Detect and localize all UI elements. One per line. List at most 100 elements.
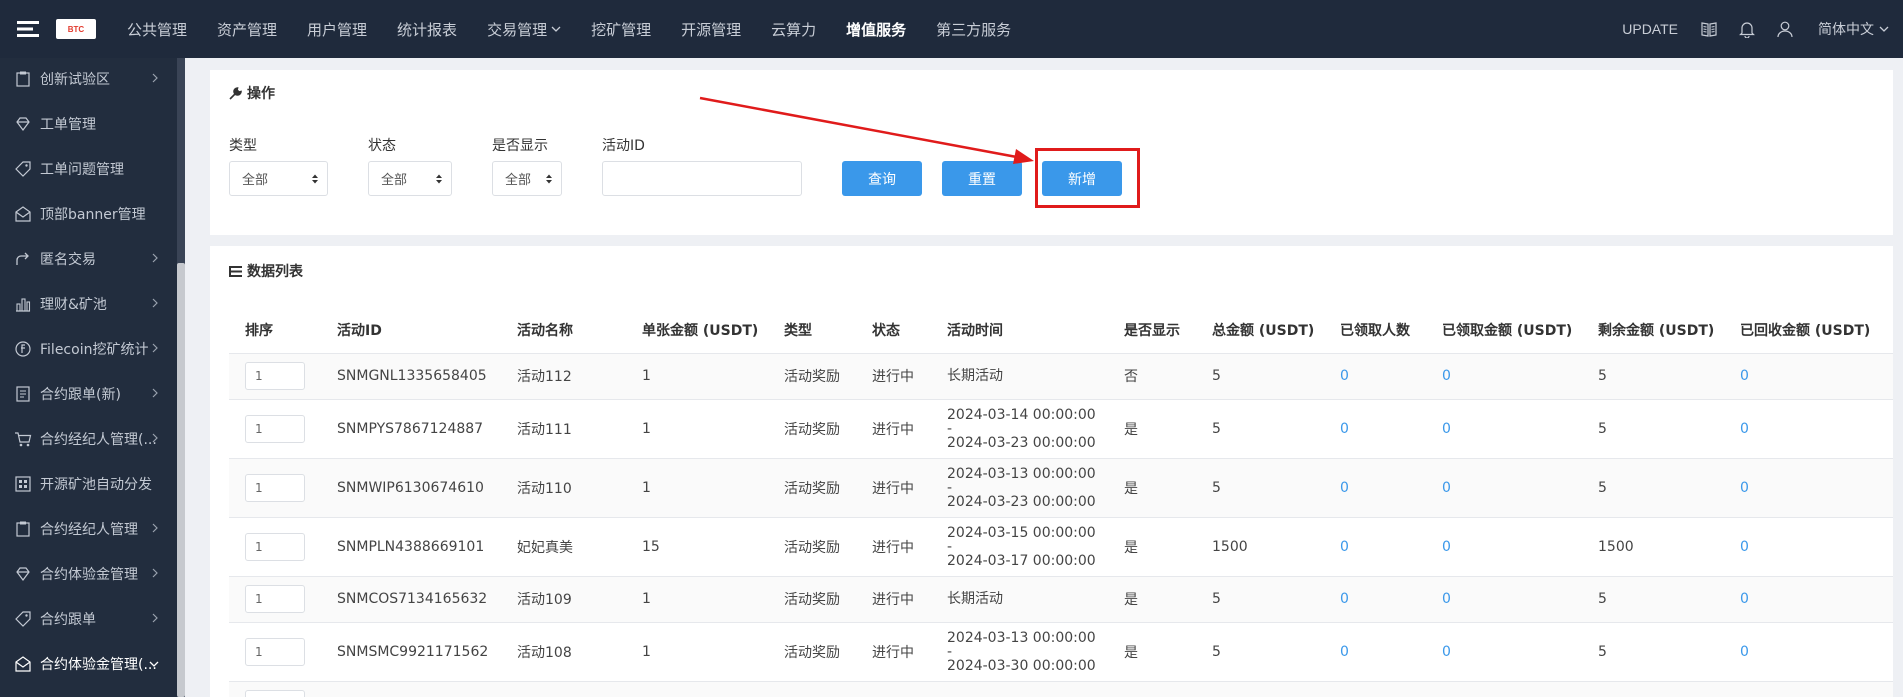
nav-item-mining[interactable]: 挖矿管理 xyxy=(576,0,666,58)
claimed-people-link[interactable] xyxy=(1324,681,1426,697)
remaining-amount-cell: 5 xyxy=(1582,622,1724,682)
sort-input[interactable]: 1 xyxy=(245,414,305,443)
recovered-amount-link[interactable]: 0 xyxy=(1724,576,1893,623)
nav-label: 开源管理 xyxy=(681,20,742,39)
claimed-amount-link[interactable]: 0 xyxy=(1426,399,1582,459)
claimed-amount-link[interactable]: 0 xyxy=(1426,622,1582,682)
brand-logo[interactable]: BTC xyxy=(56,19,96,39)
claimed-people-link[interactable]: 0 xyxy=(1324,622,1426,682)
type-filter-label: 类型 xyxy=(229,138,257,154)
nav-label: 云算力 xyxy=(771,20,817,39)
claimed-amount-link[interactable]: 0 xyxy=(1426,576,1582,623)
claimed-people-link[interactable]: 0 xyxy=(1324,517,1426,577)
claimed-people-link[interactable]: 0 xyxy=(1324,458,1426,518)
sidebar-item-work-order-issues[interactable]: 工单问题管理 xyxy=(0,146,177,191)
time-separator: - xyxy=(947,538,953,555)
menu-toggle-button[interactable] xyxy=(0,0,56,58)
book-icon xyxy=(1701,22,1717,37)
sidebar-item-contract-trial-fund-ellipsis[interactable]: 合约体验金管理(... xyxy=(0,641,177,686)
nav-item-opensource[interactable]: 开源管理 xyxy=(666,0,756,58)
display-select[interactable]: 全部 xyxy=(492,161,562,196)
notifications-button[interactable] xyxy=(1728,0,1766,58)
activity-time-cell: 长期活动 xyxy=(931,576,1108,623)
status-cell xyxy=(856,681,931,697)
docs-button[interactable] xyxy=(1690,0,1728,58)
time-start: 长期活动 xyxy=(947,591,1003,607)
nav-item-value-added[interactable]: 增值服务 xyxy=(831,0,921,58)
column-header: 活动时间 xyxy=(931,308,1108,354)
sidebar-item-label: 匿名交易 xyxy=(40,251,96,268)
claimed-people-link[interactable]: 0 xyxy=(1324,576,1426,623)
sidebar-item-contract-follow-new[interactable]: 合约跟单(新) xyxy=(0,371,177,416)
query-button[interactable]: 查询 xyxy=(842,161,922,196)
type-select[interactable]: 全部 xyxy=(229,161,328,196)
nav-item-public[interactable]: 公共管理 xyxy=(112,0,202,58)
status-select[interactable]: 全部 xyxy=(368,161,452,196)
recovered-amount-link[interactable]: 0 xyxy=(1724,622,1893,682)
user-profile-button[interactable] xyxy=(1766,0,1804,58)
unit-amount-cell: 1 xyxy=(626,458,768,518)
sidebar-item-contract-follow[interactable]: 合约跟单 xyxy=(0,596,177,641)
claimed-people-link[interactable]: 0 xyxy=(1324,399,1426,459)
nav-item-trading[interactable]: 交易管理 xyxy=(472,0,576,58)
activity-time-cell: 2024-03-15 00:00:00-2024-03-17 00:00:00 xyxy=(931,517,1108,577)
sidebar-scrollbar[interactable] xyxy=(177,263,185,697)
language-selector[interactable]: 简体中文 xyxy=(1804,19,1903,39)
sidebar-item-label: 合约跟单 xyxy=(40,611,96,628)
sort-input[interactable]: 1 xyxy=(245,532,305,561)
activity-time-cell: 2024-03-13 00:00:00-2024-03-23 00:00:00 xyxy=(931,458,1108,518)
nav-item-reports[interactable]: 统计报表 xyxy=(382,0,472,58)
sort-cell: 1 xyxy=(229,622,321,682)
activity-id-cell: SNMPLN4388669101 xyxy=(321,517,501,577)
type-cell: 活动奖励 xyxy=(768,353,856,400)
recovered-amount-link[interactable]: 0 xyxy=(1724,458,1893,518)
sort-cell: 1 xyxy=(229,576,321,623)
sidebar-item-contract-broker[interactable]: 合约经纪人管理 xyxy=(0,506,177,551)
sidebar-item-label: Filecoin挖矿统计 xyxy=(40,341,149,358)
sidebar-item-anonymous-trade[interactable]: 匿名交易 xyxy=(0,236,177,281)
sort-input[interactable]: 1 xyxy=(245,473,305,502)
sidebar-item-pool-auto-distribution[interactable]: 开源矿池自动分发 xyxy=(0,461,177,506)
sidebar-item-innovation[interactable]: 创新试验区 xyxy=(0,58,177,101)
claimed-amount-link[interactable]: 0 xyxy=(1426,458,1582,518)
recovered-amount-link[interactable]: 0 xyxy=(1724,399,1893,459)
time-end: 2024-03-17 00:00:00 xyxy=(947,552,1096,569)
sidebar-item-contract-broker-ellipsis[interactable]: 合约经纪人管理(... xyxy=(0,416,177,461)
nav-item-assets[interactable]: 资产管理 xyxy=(202,0,292,58)
activity-name-cell: 活动112 xyxy=(501,353,626,400)
time-separator: - xyxy=(947,643,953,660)
sort-input[interactable]: 1 xyxy=(245,585,305,613)
recovered-amount-link[interactable]: 0 xyxy=(1724,353,1893,400)
claimed-people-link[interactable]: 0 xyxy=(1324,353,1426,400)
update-link[interactable]: UPDATE xyxy=(1610,21,1690,37)
activity-id-input[interactable] xyxy=(602,161,802,196)
recovered-amount-link[interactable] xyxy=(1724,681,1893,697)
time-start: 2024-03-15 00:00:00 xyxy=(947,524,1096,541)
nav-item-cloud-power[interactable]: 云算力 xyxy=(756,0,831,58)
reset-button[interactable]: 重置 xyxy=(942,161,1022,196)
claimed-amount-link[interactable] xyxy=(1426,681,1582,697)
sort-input[interactable] xyxy=(245,690,305,697)
column-header: 状态 xyxy=(856,308,931,354)
total-amount-cell xyxy=(1196,681,1324,697)
sidebar-item-label: 顶部banner管理 xyxy=(40,206,146,223)
column-header: 活动名称 xyxy=(501,308,626,354)
sidebar-item-finance-pool[interactable]: 理财&矿池 xyxy=(0,281,177,326)
sidebar-item-top-banner[interactable]: 顶部banner管理 xyxy=(0,191,177,236)
chevron-right-icon xyxy=(152,613,158,623)
sidebar: 创新试验区 工单管理 工单问题管理 顶部banner管理 匿名交易 理财&矿池 … xyxy=(0,58,185,697)
sort-input[interactable]: 1 xyxy=(245,362,305,390)
claimed-amount-link[interactable]: 0 xyxy=(1426,517,1582,577)
sort-cell: 1 xyxy=(229,399,321,459)
nav-item-third-party[interactable]: 第三方服务 xyxy=(921,0,1026,58)
remaining-amount-cell: 5 xyxy=(1582,353,1724,400)
sidebar-item-filecoin-stats[interactable]: Filecoin挖矿统计 xyxy=(0,326,177,371)
claimed-amount-link[interactable]: 0 xyxy=(1426,353,1582,400)
time-separator: - xyxy=(947,479,953,496)
activity-time-cell: 2024-03-14 00:00:00-2024-03-23 00:00:00 xyxy=(931,399,1108,459)
sidebar-item-contract-trial-fund[interactable]: 合约体验金管理 xyxy=(0,551,177,596)
sidebar-item-work-order[interactable]: 工单管理 xyxy=(0,101,177,146)
sort-input[interactable]: 1 xyxy=(245,637,305,666)
recovered-amount-link[interactable]: 0 xyxy=(1724,517,1893,577)
nav-item-users[interactable]: 用户管理 xyxy=(292,0,382,58)
